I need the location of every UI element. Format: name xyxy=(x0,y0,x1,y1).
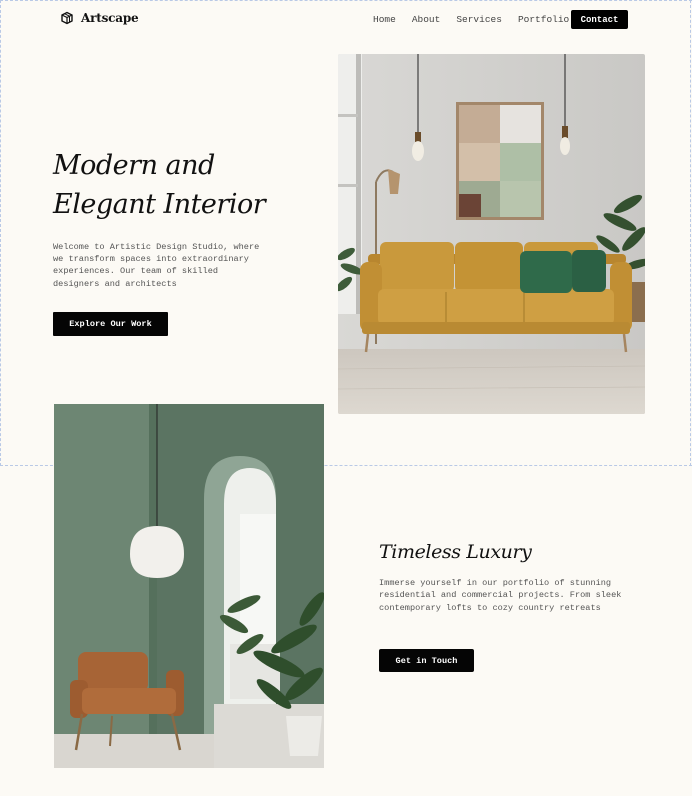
brand-logo[interactable]: Artscape xyxy=(60,11,139,25)
nav-link-home[interactable]: Home xyxy=(373,14,396,26)
living-room-illustration xyxy=(338,54,645,414)
hero-description: Welcome to Artistic Design Studio, where… xyxy=(53,242,260,289)
nav-link-about[interactable]: About xyxy=(412,14,441,26)
section-title: Timeless Luxury xyxy=(379,541,532,563)
top-navigation: Artscape Home About Services Portfolio C… xyxy=(0,0,692,40)
armchair-room-illustration xyxy=(54,404,324,768)
armchair-room-image xyxy=(54,404,324,768)
cube-logo-icon xyxy=(61,11,73,25)
hero-title: Modern and Elegant Interior xyxy=(53,146,313,224)
guide-line-left xyxy=(0,0,1,466)
contact-button[interactable]: Contact xyxy=(571,10,628,29)
hero-title-line-2: Elegant Interior xyxy=(53,189,266,220)
explore-our-work-button[interactable]: Explore Our Work xyxy=(53,312,168,336)
nav-links: Home About Services Portfolio xyxy=(373,14,585,26)
hero-title-line-1: Modern and xyxy=(53,150,215,181)
nav-link-portfolio[interactable]: Portfolio xyxy=(518,14,569,26)
living-room-image xyxy=(338,54,645,414)
guide-line-right xyxy=(690,0,691,466)
get-in-touch-button[interactable]: Get in Touch xyxy=(379,649,474,672)
section-description: Immerse yourself in our portfolio of stu… xyxy=(379,578,622,613)
nav-link-services[interactable]: Services xyxy=(456,14,502,26)
brand-name: Artscape xyxy=(81,11,139,25)
